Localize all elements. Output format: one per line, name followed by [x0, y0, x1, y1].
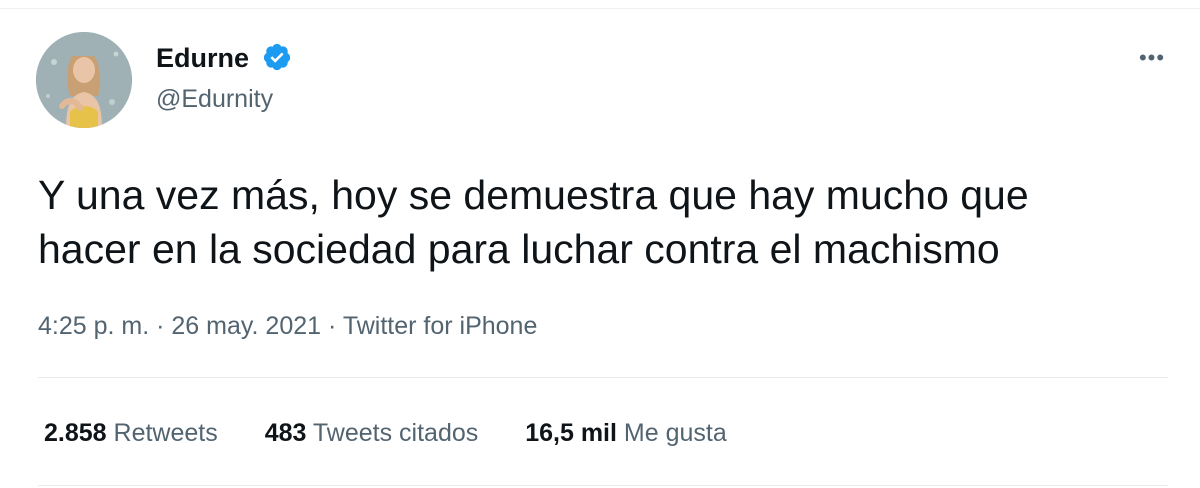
stat-label: Me gusta [623, 419, 727, 447]
tweet-date[interactable]: 26 may. 2021 [171, 312, 321, 340]
verified-badge-icon [263, 43, 291, 71]
avatar-image [36, 32, 132, 128]
tweet-time[interactable]: 4:25 p. m. [38, 312, 149, 340]
avatar[interactable] [36, 32, 132, 128]
tweet-text: Y una vez más, hoy se demuestra que hay … [38, 168, 1168, 276]
retweets-stat[interactable]: 2.858 Retweets [44, 417, 218, 449]
more-options-icon[interactable]: ••• [1132, 46, 1172, 70]
stat-value: 483 [264, 419, 307, 447]
quote-tweets-stat[interactable]: 483 Tweets citados [265, 417, 479, 449]
stat-label: Retweets [113, 419, 218, 447]
top-divider [0, 8, 1200, 9]
likes-stat[interactable]: 16,5 mil Me gusta [525, 417, 727, 449]
tweet-source[interactable]: Twitter for iPhone [343, 312, 538, 340]
meta-separator: · [328, 312, 337, 340]
tweet-card: Edurne @Edurnity ••• Y una vez más, hoy … [0, 0, 1200, 488]
tweet-text-line: Y una vez más, hoy se demuestra que hay … [38, 172, 1029, 218]
tweet-text-line: hacer en la sociedad para luchar contra … [38, 226, 1000, 272]
tweet-meta: 4:25 p. m. · 26 may. 2021 · Twitter for … [38, 310, 537, 342]
author-name[interactable]: Edurne [156, 42, 249, 74]
divider [38, 485, 1168, 486]
stat-value: 2.858 [44, 419, 107, 447]
stat-value: 16,5 mil [525, 419, 617, 447]
divider [38, 377, 1168, 378]
author-handle[interactable]: @Edurnity [156, 84, 273, 114]
tweet-stats: 2.858 Retweets 483 Tweets citados 16,5 m… [44, 417, 767, 449]
meta-separator: · [156, 312, 165, 340]
stat-label: Tweets citados [312, 419, 479, 447]
